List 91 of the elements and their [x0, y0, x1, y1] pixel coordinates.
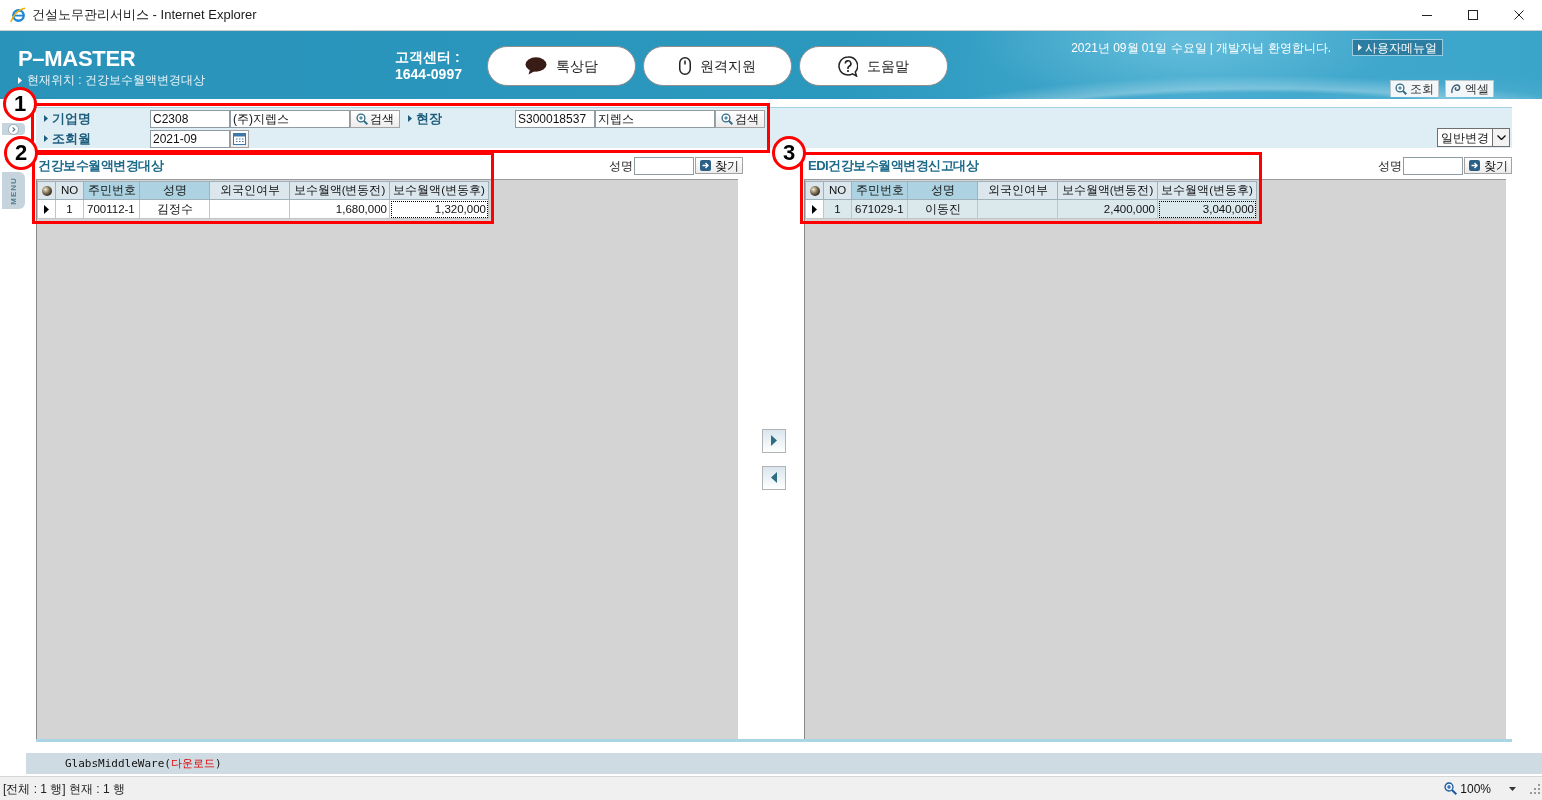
- breadcrumb-text: 현재위치 : 건강보수월액변경대상: [27, 72, 205, 88]
- move-left-button[interactable]: [761, 465, 786, 490]
- callout-number: 2: [4, 136, 38, 170]
- middleware-notice: GlabsMiddleWare(다운로드): [65, 757, 222, 770]
- menu-toggle-button[interactable]: [2, 123, 25, 135]
- site-name-field[interactable]: 지렙스: [595, 109, 715, 128]
- table-cell: 1: [55, 199, 84, 219]
- table-cell: 이동진: [907, 199, 978, 219]
- bullet-icon: [1358, 44, 1362, 51]
- minimize-icon: [1422, 14, 1432, 16]
- find-button[interactable]: 찾기: [695, 157, 743, 174]
- bullet-icon: [408, 115, 412, 122]
- column-header[interactable]: 외국인여부: [977, 181, 1058, 200]
- company-code-field[interactable]: C2308: [150, 109, 230, 128]
- caret-down-icon: [1496, 135, 1506, 140]
- column-header[interactable]: 보수월액(변동전): [1057, 181, 1158, 200]
- field-label: 기업명: [52, 109, 91, 128]
- search-button[interactable]: 검색: [350, 109, 400, 128]
- change-type-select[interactable]: 일반변경: [1437, 128, 1510, 147]
- bullet-icon: [44, 135, 48, 142]
- bullet-icon: [44, 115, 48, 122]
- chevron-right-icon: [8, 123, 19, 135]
- speech-bubble-icon: [525, 57, 547, 75]
- name-search-field[interactable]: [1403, 156, 1463, 175]
- column-header[interactable]: 외국인여부: [209, 181, 290, 200]
- company-name-field[interactable]: (주)지렙스: [230, 109, 350, 128]
- zoom-in-icon: [356, 112, 368, 125]
- zoom-button[interactable]: 100%: [1444, 779, 1491, 798]
- chat-button[interactable]: 톡상담: [487, 46, 636, 86]
- search-button[interactable]: 검색: [715, 109, 765, 128]
- arrow-square-icon: [1468, 160, 1480, 171]
- column-header[interactable]: 주민번호: [851, 181, 908, 200]
- zoom-in-icon: [721, 112, 733, 125]
- left-triangle-icon: [770, 472, 777, 483]
- sphere-icon: [809, 185, 820, 196]
- zoom-icon: [1444, 782, 1458, 795]
- table-cell: 1: [823, 199, 852, 219]
- table-cell: 700112-1: [83, 199, 140, 219]
- manual-button[interactable]: 사용자메뉴얼: [1352, 39, 1443, 56]
- close-icon: [1514, 10, 1524, 20]
- table-cell: 2,400,000: [1057, 199, 1158, 219]
- swirl-icon: [1450, 83, 1462, 95]
- find-button[interactable]: 찾기: [1464, 157, 1512, 174]
- column-header[interactable]: 성명: [907, 181, 978, 200]
- table-cell: 671029-1: [851, 199, 908, 219]
- download-link[interactable]: 다운로드: [170, 757, 215, 770]
- arrow-square-icon: [699, 160, 711, 171]
- excel-tab[interactable]: 엑셀: [1445, 80, 1494, 97]
- support-phone: 1644-0997: [395, 66, 463, 83]
- callout-number: 1: [3, 87, 37, 121]
- search-label: 성명: [609, 157, 633, 175]
- column-header[interactable]: 성명: [139, 181, 210, 200]
- name-search-field[interactable]: [634, 156, 694, 175]
- table-cell: 김정수: [139, 199, 210, 219]
- column-header[interactable]: 보수월액(변동후): [389, 181, 489, 200]
- resize-grip-icon: [1530, 783, 1540, 794]
- greeting-text: 2021년 09월 01일 수요일 | 개발자님 환영합니다.: [1071, 39, 1331, 56]
- move-right-button[interactable]: [761, 428, 786, 453]
- month-field[interactable]: 2021-09: [150, 129, 230, 148]
- site-code-field[interactable]: S300018537: [515, 109, 595, 128]
- mouse-icon: [679, 57, 691, 75]
- support-label: 고객센터 :: [395, 49, 461, 66]
- field-label: 현장: [416, 109, 442, 128]
- column-header[interactable]: 보수월액(변동후): [1157, 181, 1257, 200]
- bullet-icon: [18, 76, 22, 84]
- app-logo-text: P–MASTER: [18, 46, 137, 71]
- panel-title: EDI건강보수월액변경신고대상: [808, 157, 979, 174]
- panel-title: 건강보수월액변경대상: [38, 157, 163, 174]
- logo-icon: [10, 7, 26, 23]
- table-cell: 3,040,000: [1157, 199, 1257, 219]
- column-header[interactable]: NO: [823, 181, 852, 200]
- help-button[interactable]: 도움말: [799, 46, 948, 86]
- column-header[interactable]: 보수월액(변동전): [289, 181, 390, 200]
- column-header[interactable]: NO: [55, 181, 84, 200]
- calendar-icon: [233, 132, 246, 145]
- question-bubble-icon: [838, 55, 858, 77]
- table-cell: 1,320,000: [389, 199, 489, 219]
- zoom-in-icon: [1395, 83, 1407, 95]
- right-triangle-icon: [770, 435, 777, 446]
- field-label: 조회월: [52, 129, 91, 148]
- search-tab[interactable]: 조회: [1390, 80, 1439, 97]
- remote-support-button[interactable]: 원격지원: [643, 46, 792, 86]
- calendar-button[interactable]: [230, 129, 249, 148]
- status-text: [전체 : 1 행] 현재 : 1 행: [3, 780, 126, 798]
- sphere-icon: [41, 185, 52, 196]
- column-header[interactable]: 주민번호: [83, 181, 140, 200]
- caret-down-icon: [1509, 786, 1516, 791]
- maximize-icon: [1468, 10, 1478, 20]
- table-cell: 1,680,000: [289, 199, 390, 219]
- window-title: 건설노무관리서비스 - Internet Explorer: [32, 6, 257, 25]
- search-label: 성명: [1378, 157, 1402, 175]
